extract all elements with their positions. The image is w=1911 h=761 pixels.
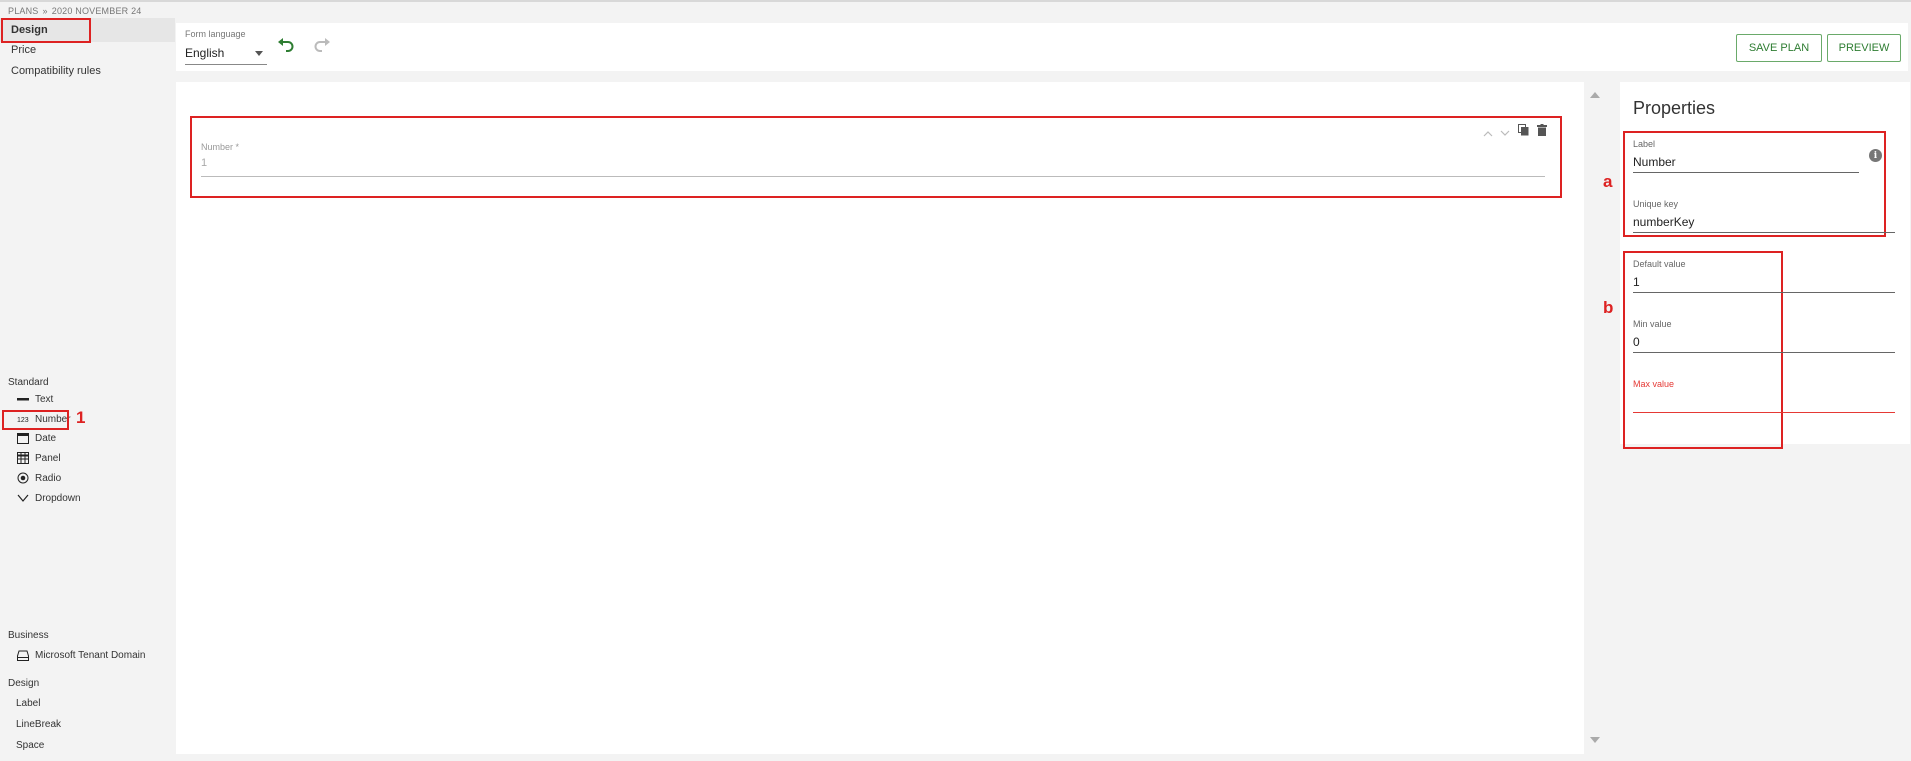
tool-label: LineBreak: [16, 718, 62, 730]
tool-label: Text: [35, 393, 54, 405]
tool-label: Label: [16, 697, 41, 709]
tool-date[interactable]: Date: [16, 429, 56, 447]
annotation-b: b: [1603, 298, 1614, 317]
toolbox-design-heading: Design: [8, 678, 40, 689]
tool-label: Dropdown: [35, 492, 81, 504]
tool-panel[interactable]: Panel: [16, 449, 61, 467]
nav-item-label: Price: [11, 44, 37, 56]
save-plan-button[interactable]: SAVE PLAN: [1736, 34, 1822, 62]
preview-button[interactable]: PREVIEW: [1827, 34, 1901, 62]
table-icon: [16, 452, 30, 464]
highlight-number-tool: [2, 410, 69, 430]
unique-key-input[interactable]: numberKey: [1633, 215, 1694, 229]
tool-radio[interactable]: Radio: [16, 469, 61, 487]
label-field-caption: Label: [1633, 139, 1656, 149]
redo-icon[interactable]: [313, 38, 331, 57]
unique-key-underline: [1633, 232, 1895, 233]
tool-text[interactable]: Text: [16, 390, 53, 408]
form-toolbar: [176, 23, 1908, 71]
tool-label-item[interactable]: Label: [16, 694, 40, 712]
tool-label: Space: [16, 739, 45, 751]
max-value-underline: [1633, 412, 1895, 413]
tool-linebreak[interactable]: LineBreak: [16, 715, 61, 733]
form-language-select[interactable]: English: [185, 44, 267, 65]
nav-item-label: Compatibility rules: [11, 65, 101, 77]
min-value-input[interactable]: 0: [1633, 335, 1640, 349]
toolbox-standard-heading: Standard: [8, 377, 49, 388]
caret-down-icon: [255, 51, 263, 56]
breadcrumb: PLANS» 2020 NOVEMBER 24: [8, 6, 141, 16]
info-icon[interactable]: i: [1869, 149, 1882, 162]
tool-label: Radio: [35, 472, 62, 484]
breadcrumb-root[interactable]: PLANS: [8, 6, 39, 16]
delete-icon[interactable]: [1537, 123, 1547, 141]
properties-title: Properties: [1633, 98, 1716, 118]
copy-icon[interactable]: [1518, 123, 1529, 141]
tool-space[interactable]: Space: [16, 736, 44, 754]
inbox-icon: [16, 649, 30, 661]
min-value-underline: [1633, 352, 1895, 353]
label-field-input[interactable]: Number: [1633, 155, 1676, 169]
tool-label: Date: [35, 432, 57, 444]
tool-dropdown[interactable]: Dropdown: [16, 489, 81, 507]
radio-icon: [16, 472, 30, 484]
number-field-container[interactable]: [190, 116, 1562, 198]
min-value-caption: Min value: [1633, 319, 1672, 329]
breadcrumb-current: 2020 NOVEMBER 24: [51, 6, 142, 16]
scroll-down-icon[interactable]: [1590, 737, 1600, 743]
move-up-icon[interactable]: [1483, 124, 1493, 142]
label-field-underline: [1633, 172, 1859, 173]
number-field-label: Number *: [201, 142, 240, 152]
tool-label: Panel: [35, 452, 61, 464]
undo-icon[interactable]: [277, 38, 295, 57]
annotation-a: a: [1603, 172, 1613, 191]
chevron-down-icon: [16, 492, 30, 504]
scroll-up-icon[interactable]: [1590, 92, 1600, 98]
default-value-caption: Default value: [1633, 259, 1686, 269]
text-icon: [16, 393, 30, 405]
form-language-label: Form language: [185, 29, 246, 39]
nav-item-compatibility-rules[interactable]: Compatibility rules: [0, 59, 175, 83]
number-field-underline: [201, 176, 1545, 177]
calendar-icon: [16, 432, 30, 444]
default-value-underline: [1633, 292, 1895, 293]
breadcrumb-separator: »: [42, 6, 48, 16]
form-language-value: English: [185, 46, 225, 60]
unique-key-caption: Unique key: [1633, 199, 1679, 209]
highlight-group-b: [1623, 251, 1783, 449]
move-down-icon[interactable]: [1500, 124, 1510, 142]
top-divider: [0, 0, 1911, 2]
tool-microsoft-tenant-domain[interactable]: Microsoft Tenant Domain: [16, 646, 145, 664]
max-value-caption: Max value: [1633, 379, 1675, 389]
annotation-1: 1: [76, 408, 86, 427]
tool-label: Microsoft Tenant Domain: [35, 649, 146, 661]
toolbox-business-heading: Business: [8, 630, 49, 641]
default-value-input[interactable]: 1: [1633, 275, 1640, 289]
number-field-input[interactable]: 1: [201, 157, 207, 169]
